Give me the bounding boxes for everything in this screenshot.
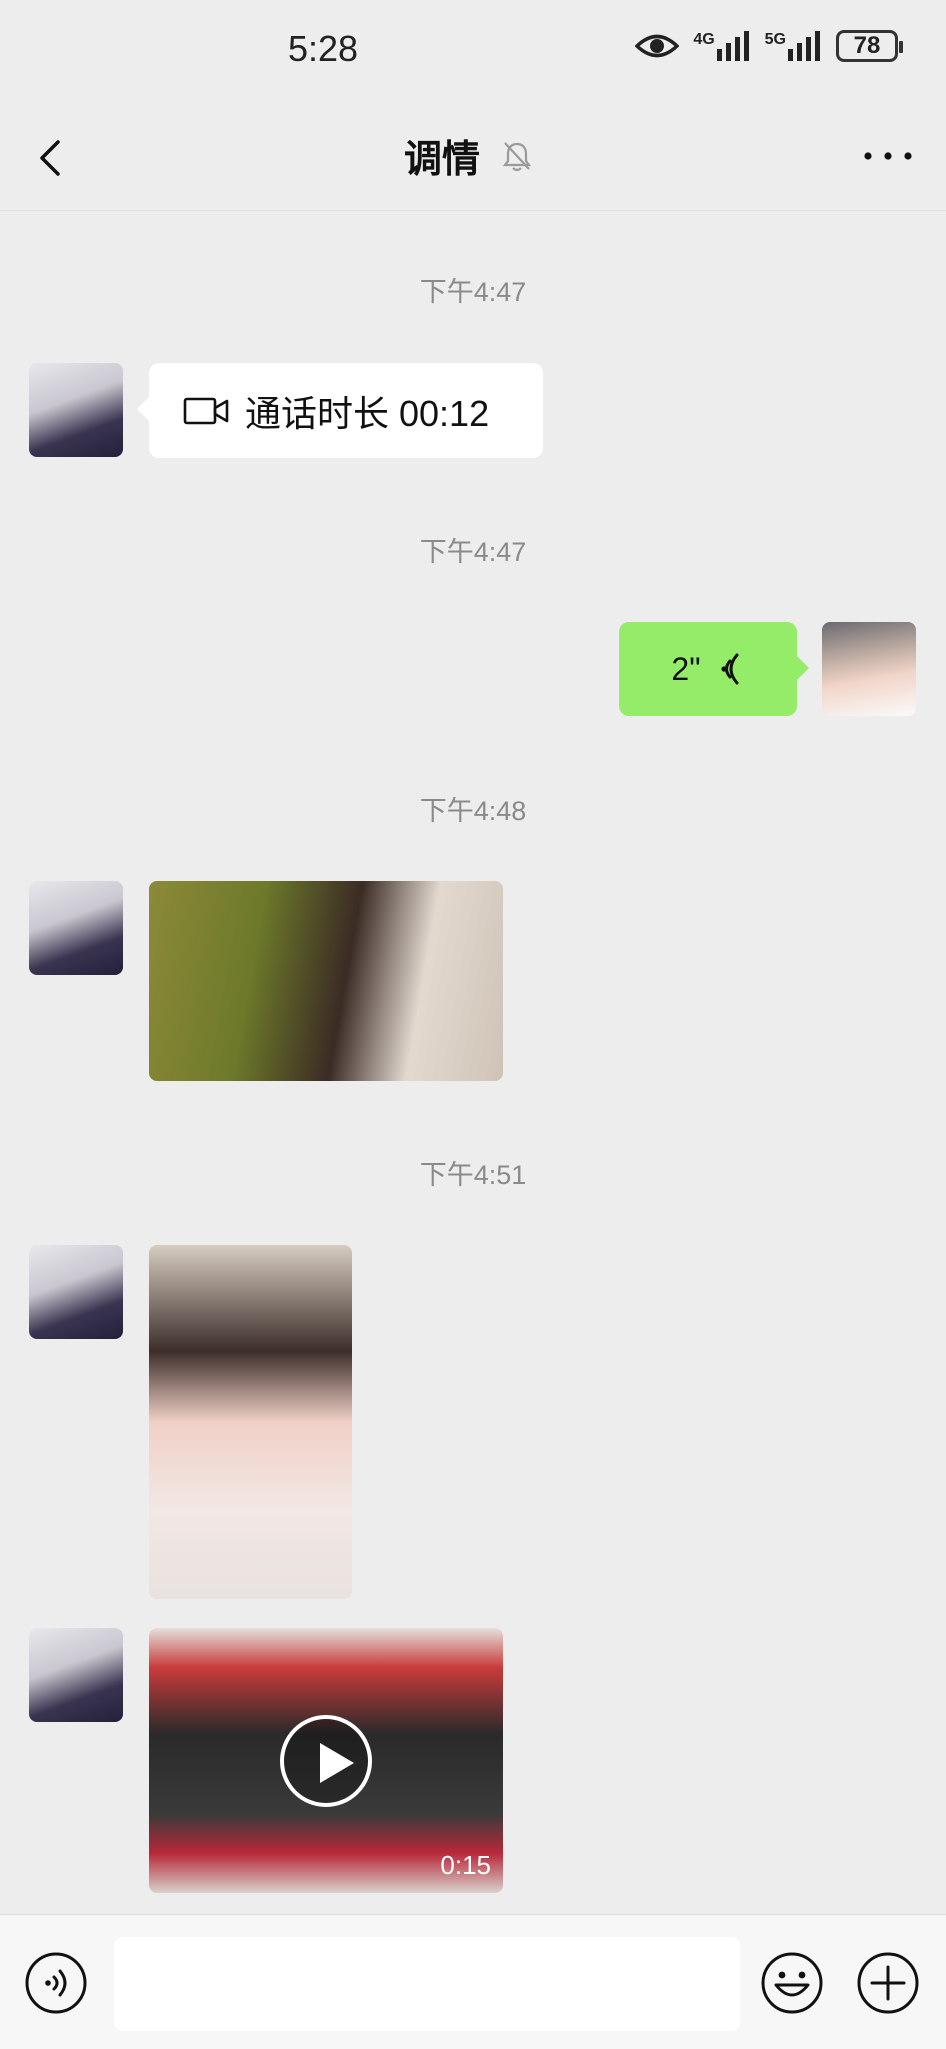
- back-button[interactable]: [30, 128, 90, 188]
- call-duration-text: 通话时长 00:12: [245, 392, 490, 434]
- status-icons: 4G 5G 78: [635, 30, 903, 62]
- signal-4g: 4G: [693, 31, 750, 61]
- battery-level: 78: [853, 32, 881, 59]
- video-duration: 0:15: [440, 1850, 491, 1880]
- chat-header: 调情: [0, 100, 946, 211]
- message-timestamp: 下午4:47: [419, 277, 527, 307]
- play-icon[interactable]: [280, 1714, 372, 1807]
- video-camera-icon: [183, 397, 229, 424]
- message-input[interactable]: [114, 1937, 740, 2031]
- signal-bars-icon: [788, 31, 820, 61]
- bell-off-icon: [502, 141, 532, 171]
- emoji-icon[interactable]: [760, 1951, 824, 2015]
- call-record-bubble[interactable]: 通话时长 00:12: [137, 363, 543, 458]
- avatar[interactable]: [29, 881, 123, 975]
- message-timestamp: 下午4:47: [419, 537, 527, 567]
- image-message[interactable]: [149, 1245, 352, 1599]
- voice-duration: 2": [671, 650, 701, 687]
- avatar[interactable]: [29, 1628, 123, 1722]
- eye-icon: [635, 34, 680, 58]
- chat-title-group: 调情: [404, 128, 532, 183]
- status-time: 5:28: [288, 28, 359, 69]
- avatar[interactable]: [29, 1245, 123, 1339]
- message-input-bar: [0, 1914, 946, 2049]
- more-options-button[interactable]: [858, 136, 918, 176]
- signal-bars-icon: [716, 31, 749, 61]
- status-bar: 5:28 4G 5G 78: [0, 0, 946, 100]
- battery-indicator: 78: [836, 30, 903, 62]
- chat-title: 调情: [404, 139, 481, 181]
- avatar[interactable]: [29, 363, 123, 457]
- voice-wave-icon: [720, 653, 739, 685]
- image-message[interactable]: [149, 881, 503, 1081]
- voice-message-bubble[interactable]: 2": [619, 622, 809, 716]
- voice-toggle-icon[interactable]: [24, 1951, 88, 2015]
- message-timestamp: 下午4:51: [419, 1160, 527, 1190]
- plus-circle-icon[interactable]: [856, 1951, 920, 2015]
- network-label-5g: 5G: [764, 31, 786, 48]
- network-label-4g: 4G: [693, 31, 715, 48]
- video-message[interactable]: 0:15: [149, 1628, 503, 1893]
- signal-5g: 5G: [765, 31, 822, 61]
- message-timestamp: 下午4:48: [419, 796, 527, 826]
- avatar-self[interactable]: [822, 622, 916, 716]
